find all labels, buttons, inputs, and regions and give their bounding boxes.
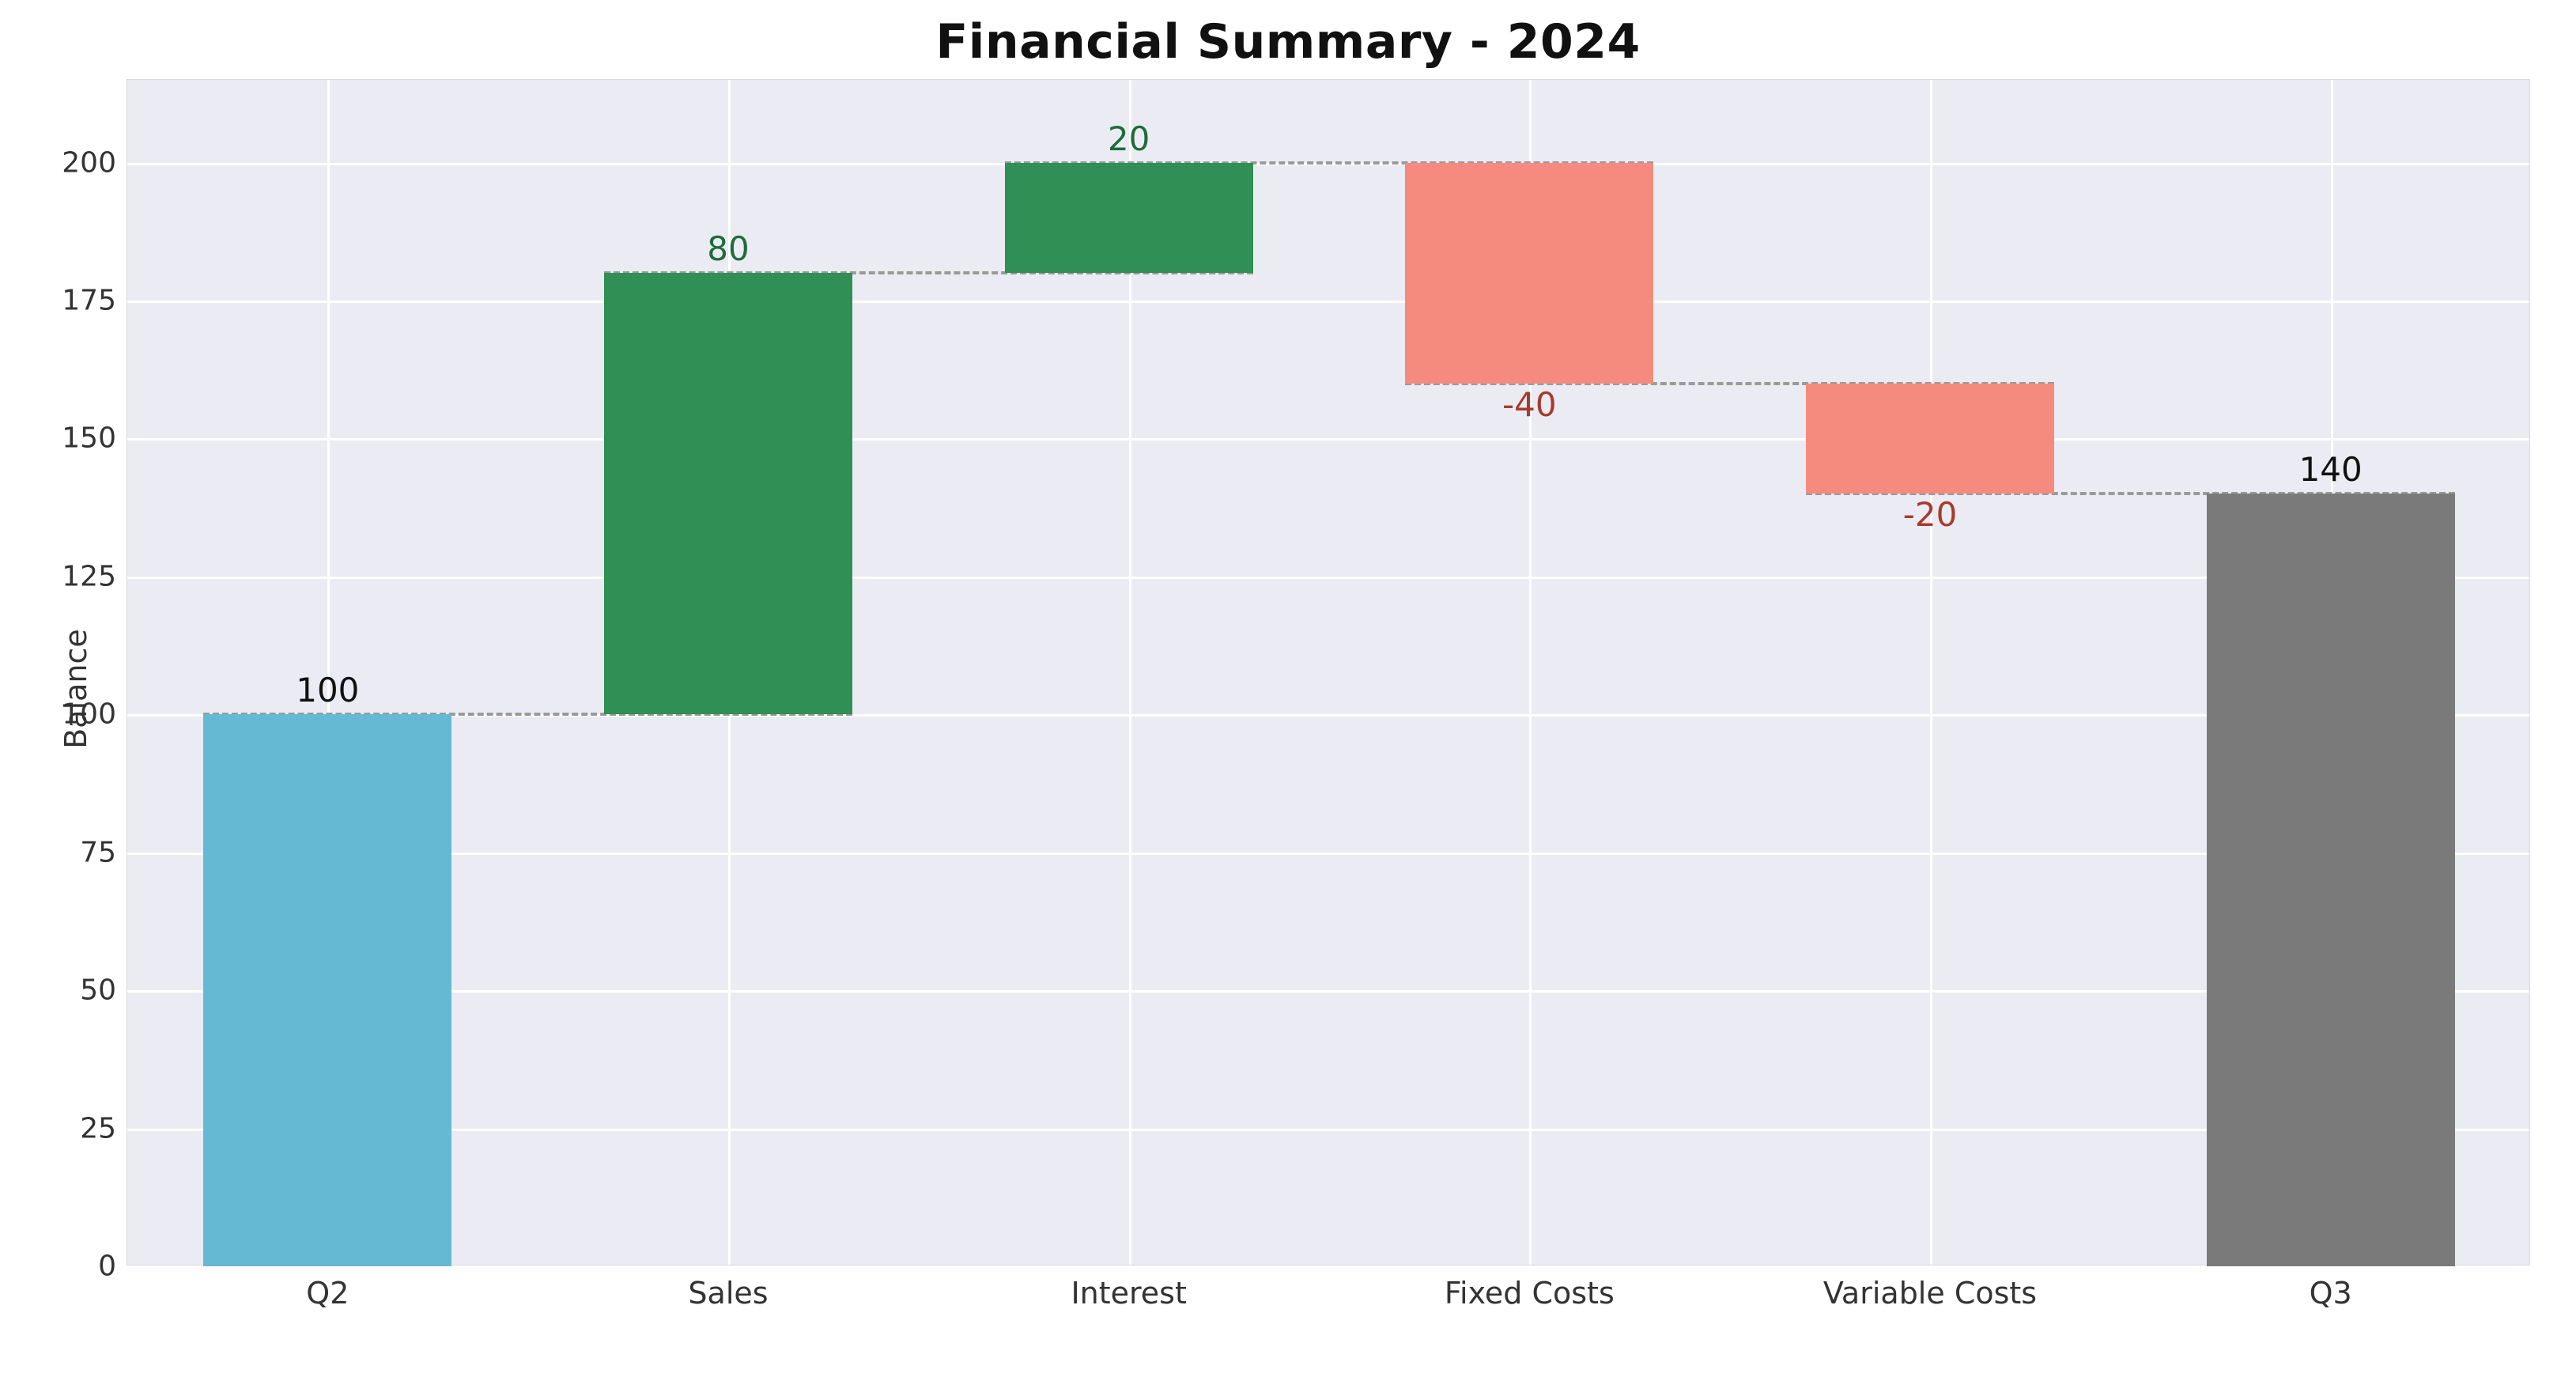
bar-value-label: 20 [1108,119,1150,158]
gridline [127,1266,2529,1269]
x-tick-label: Fixed Costs [1445,1276,1615,1311]
x-tick-label: Sales [688,1276,768,1311]
y-tick-label: 175 [62,285,116,317]
gridline [127,1129,2529,1131]
vgridline [1930,80,1932,1265]
chart-container: Financial Summary - 2024 Balance 0255075… [0,0,2576,1377]
gridline [127,577,2529,579]
y-tick-label: 200 [62,146,116,179]
y-tick-label: 125 [62,560,116,592]
gridline [127,301,2529,303]
waterfall-bar [1005,163,1253,274]
plot-area: 0255075100125150175200Q2100Sales80Intere… [127,79,2530,1265]
chart-title: Financial Summary - 2024 [0,14,2576,70]
y-tick-label: 50 [80,974,116,1007]
waterfall-bar [2207,494,2455,1266]
x-tick-label: Variable Costs [1823,1276,2037,1311]
waterfall-bar [1806,384,2054,494]
gridline [127,438,2529,441]
y-tick-label: 25 [80,1112,116,1144]
bar-value-label: 100 [296,671,359,709]
x-tick-label: Interest [1071,1276,1186,1311]
bar-value-label: -40 [1502,385,1557,424]
gridline [127,990,2529,993]
bar-value-label: -20 [1903,495,1958,534]
x-tick-label: Q2 [306,1276,349,1311]
bar-value-label: 80 [707,229,749,268]
bar-value-label: 140 [2299,450,2363,489]
waterfall-bar [604,273,852,714]
waterfall-bar [1405,163,1653,384]
y-tick-label: 75 [80,836,116,868]
y-tick-label: 150 [62,422,116,455]
gridline [127,853,2529,855]
waterfall-bar [203,714,451,1266]
x-tick-label: Q3 [2310,1276,2352,1311]
y-tick-label: 0 [98,1250,116,1283]
y-tick-label: 100 [62,698,116,731]
